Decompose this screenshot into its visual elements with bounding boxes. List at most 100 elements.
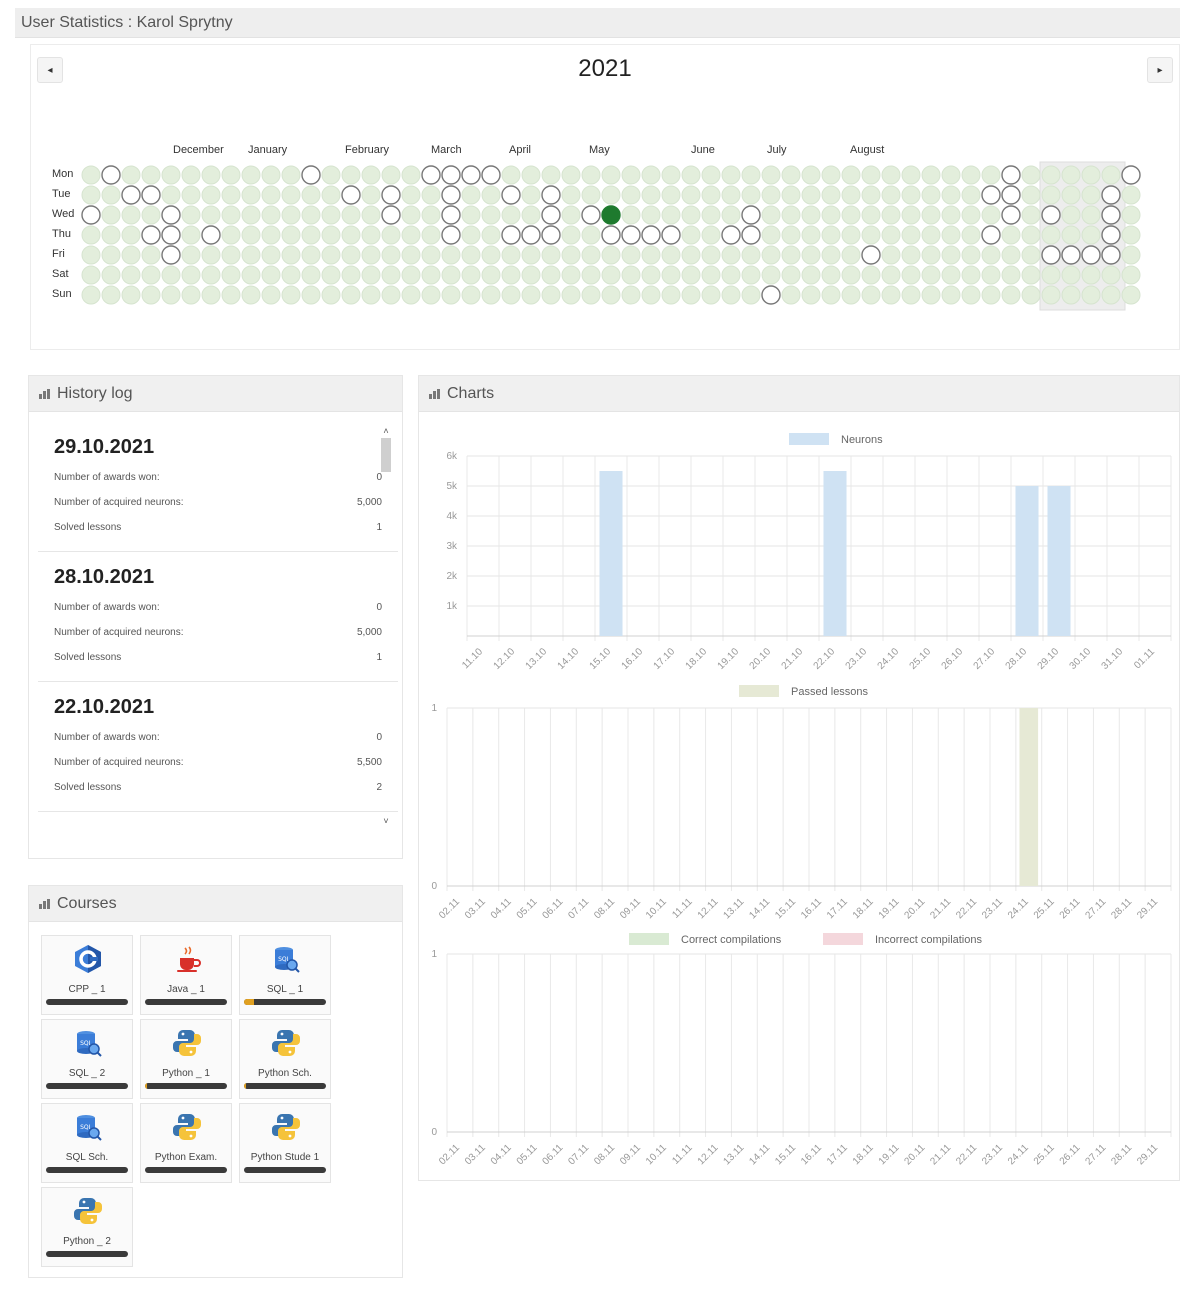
calendar-day-cell[interactable]: [841, 225, 861, 245]
calendar-day-cell[interactable]: [441, 265, 461, 285]
calendar-day-cell[interactable]: [441, 185, 461, 205]
legend-swatch[interactable]: [789, 433, 829, 445]
calendar-day-cell[interactable]: [161, 165, 181, 185]
calendar-day-cell[interactable]: [781, 205, 801, 225]
calendar-day-cell[interactable]: [801, 205, 821, 225]
calendar-day-cell[interactable]: [921, 205, 941, 225]
calendar-day-cell[interactable]: [181, 185, 201, 205]
calendar-day-cell[interactable]: [601, 205, 621, 225]
calendar-day-cell[interactable]: [101, 245, 121, 265]
calendar-day-cell[interactable]: [701, 205, 721, 225]
calendar-day-cell[interactable]: [141, 225, 161, 245]
calendar-day-cell[interactable]: [461, 185, 481, 205]
calendar-day-cell[interactable]: [441, 225, 461, 245]
calendar-day-cell[interactable]: [641, 285, 661, 305]
calendar-day-cell[interactable]: [601, 165, 621, 185]
calendar-day-cell[interactable]: [81, 205, 101, 225]
calendar-day-cell[interactable]: [1001, 245, 1021, 265]
history-scrollbar[interactable]: ˄ ˅: [380, 426, 392, 826]
calendar-day-cell[interactable]: [981, 225, 1001, 245]
calendar-day-cell[interactable]: [601, 225, 621, 245]
calendar-day-cell[interactable]: [821, 225, 841, 245]
legend-swatch[interactable]: [823, 933, 863, 945]
calendar-day-cell[interactable]: [1101, 225, 1121, 245]
calendar-day-cell[interactable]: [121, 205, 141, 225]
calendar-day-cell[interactable]: [741, 245, 761, 265]
calendar-day-cell[interactable]: [381, 245, 401, 265]
calendar-day-cell[interactable]: [941, 265, 961, 285]
calendar-day-cell[interactable]: [721, 245, 741, 265]
calendar-day-cell[interactable]: [401, 165, 421, 185]
calendar-day-cell[interactable]: [701, 225, 721, 245]
calendar-day-cell[interactable]: [1041, 285, 1061, 305]
calendar-day-cell[interactable]: [561, 245, 581, 265]
calendar-day-cell[interactable]: [1001, 265, 1021, 285]
calendar-day-cell[interactable]: [741, 265, 761, 285]
calendar-day-cell[interactable]: [281, 265, 301, 285]
calendar-day-cell[interactable]: [761, 285, 781, 305]
calendar-day-cell[interactable]: [1061, 225, 1081, 245]
calendar-day-cell[interactable]: [941, 245, 961, 265]
calendar-day-cell[interactable]: [961, 245, 981, 265]
calendar-day-cell[interactable]: [281, 225, 301, 245]
course-tile[interactable]: Python Stude 1: [239, 1103, 331, 1183]
calendar-day-cell[interactable]: [421, 205, 441, 225]
calendar-day-cell[interactable]: [701, 265, 721, 285]
calendar-day-cell[interactable]: [621, 285, 641, 305]
calendar-day-cell[interactable]: [981, 185, 1001, 205]
calendar-day-cell[interactable]: [541, 225, 561, 245]
calendar-day-cell[interactable]: [141, 205, 161, 225]
calendar-day-cell[interactable]: [421, 165, 441, 185]
calendar-day-cell[interactable]: [1021, 185, 1041, 205]
calendar-day-cell[interactable]: [201, 185, 221, 205]
calendar-day-cell[interactable]: [701, 185, 721, 205]
calendar-day-cell[interactable]: [1001, 165, 1021, 185]
chart-bar[interactable]: [1019, 708, 1039, 886]
calendar-day-cell[interactable]: [641, 165, 661, 185]
calendar-day-cell[interactable]: [1001, 285, 1021, 305]
calendar-day-cell[interactable]: [881, 245, 901, 265]
calendar-day-cell[interactable]: [1041, 165, 1061, 185]
calendar-day-cell[interactable]: [741, 185, 761, 205]
calendar-day-cell[interactable]: [981, 265, 1001, 285]
legend-label[interactable]: Passed lessons: [791, 686, 869, 698]
calendar-day-cell[interactable]: [421, 185, 441, 205]
calendar-day-cell[interactable]: [621, 245, 641, 265]
calendar-day-cell[interactable]: [201, 265, 221, 285]
calendar-day-cell[interactable]: [941, 185, 961, 205]
calendar-day-cell[interactable]: [1101, 265, 1121, 285]
calendar-day-cell[interactable]: [401, 245, 421, 265]
calendar-day-cell[interactable]: [181, 225, 201, 245]
calendar-day-cell[interactable]: [301, 205, 321, 225]
calendar-day-cell[interactable]: [1081, 285, 1101, 305]
calendar-day-cell[interactable]: [781, 285, 801, 305]
calendar-day-cell[interactable]: [81, 265, 101, 285]
calendar-day-cell[interactable]: [241, 165, 261, 185]
calendar-day-cell[interactable]: [621, 185, 641, 205]
calendar-day-cell[interactable]: [481, 185, 501, 205]
legend-label[interactable]: Incorrect compilations: [875, 934, 982, 946]
calendar-day-cell[interactable]: [561, 165, 581, 185]
calendar-day-cell[interactable]: [881, 285, 901, 305]
calendar-day-cell[interactable]: [1121, 245, 1141, 265]
calendar-day-cell[interactable]: [561, 265, 581, 285]
calendar-day-cell[interactable]: [641, 205, 661, 225]
calendar-day-cell[interactable]: [781, 165, 801, 185]
calendar-day-cell[interactable]: [261, 185, 281, 205]
calendar-day-cell[interactable]: [261, 225, 281, 245]
calendar-day-cell[interactable]: [681, 265, 701, 285]
calendar-day-cell[interactable]: [521, 205, 541, 225]
calendar-day-cell[interactable]: [441, 285, 461, 305]
calendar-day-cell[interactable]: [941, 285, 961, 305]
calendar-day-cell[interactable]: [401, 185, 421, 205]
calendar-day-cell[interactable]: [1001, 225, 1021, 245]
calendar-day-cell[interactable]: [841, 205, 861, 225]
calendar-day-cell[interactable]: [641, 225, 661, 245]
calendar-day-cell[interactable]: [1081, 245, 1101, 265]
calendar-day-cell[interactable]: [761, 165, 781, 185]
calendar-day-cell[interactable]: [981, 245, 1001, 265]
calendar-day-cell[interactable]: [161, 205, 181, 225]
calendar-day-cell[interactable]: [361, 245, 381, 265]
calendar-day-cell[interactable]: [781, 245, 801, 265]
calendar-day-cell[interactable]: [821, 185, 841, 205]
